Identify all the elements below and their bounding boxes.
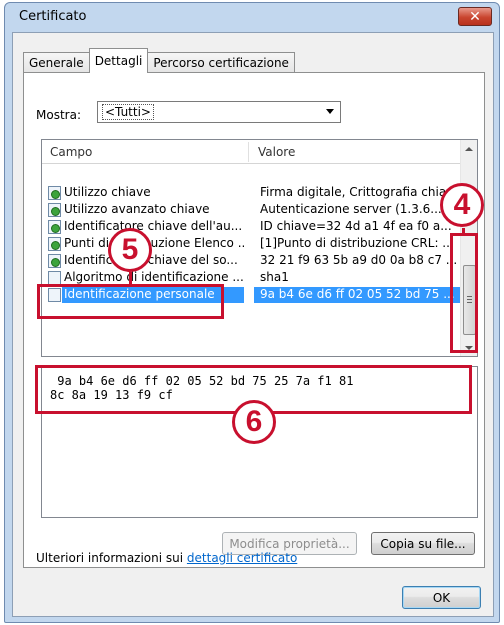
row-valore: 32 21 f9 63 5b a9 d0 0a b8 c7 ... [260, 253, 458, 267]
list-row[interactable]: Punti di distribuzione Elenco ... [1]Pun… [42, 236, 462, 252]
row-valore: Autenticazione server (1.3.6.... [260, 202, 446, 216]
row-valore: Firma digitale, Crittografia chia... [260, 185, 458, 199]
row-campo: Utilizzo chiave [64, 185, 151, 199]
show-dropdown[interactable]: <Tutti> [97, 101, 341, 123]
show-dropdown-value: <Tutti> [102, 104, 154, 120]
ok-button[interactable]: OK [402, 586, 481, 609]
cert-green-icon [48, 237, 61, 251]
column-divider[interactable] [248, 142, 249, 162]
details-panel: Mostra: <Tutti> Campo Valore Utilizzo ch… [23, 72, 485, 568]
row-valore: [1]Punto di distribuzione CRL: ... [260, 236, 454, 250]
tab-percorso-certificazione[interactable]: Percorso certificazione [147, 52, 295, 73]
tab-generale[interactable]: Generale [23, 52, 90, 73]
title-bar: Certificato ✕ [5, 3, 499, 31]
column-header-campo[interactable]: Campo [50, 145, 92, 159]
window-title: Certificato [19, 9, 87, 24]
list-row[interactable]: Identificatore chiave del so... 32 21 f9… [42, 253, 462, 269]
row-valore: ID chiave=32 4d a1 4f ea f0 a... [260, 219, 452, 233]
annotation-badge-5: 5 [108, 228, 152, 272]
row-campo: Algoritmo di identificazione ... [64, 270, 244, 284]
close-button[interactable]: ✕ [458, 7, 492, 26]
list-row[interactable]: Identificatore chiave dell'au... ID chia… [42, 219, 462, 235]
annotation-box-5 [37, 284, 224, 319]
fields-list[interactable]: Campo Valore Utilizzo chiave Firma digit… [41, 139, 478, 357]
copy-to-file-button[interactable]: Copia su file... [371, 532, 475, 555]
close-icon: ✕ [469, 8, 481, 25]
more-info-text: Ulteriori informazioni sui dettagli cert… [36, 551, 297, 565]
show-label: Mostra: [36, 108, 81, 122]
chevron-down-icon [326, 109, 334, 114]
certificate-details-link[interactable]: dettagli certificato [187, 551, 297, 565]
cert-green-icon [48, 186, 61, 200]
cert-green-icon [48, 254, 61, 268]
row-campo: Identificatore chiave del so... [64, 253, 238, 267]
row-campo: Identificatore chiave dell'au... [64, 219, 243, 233]
tab-dettagli[interactable]: Dettagli [88, 48, 149, 73]
cert-green-icon [48, 203, 61, 217]
dialog-body: Generale Dettagli Percorso certificazion… [12, 32, 494, 617]
annotation-connector [462, 228, 465, 235]
tab-strip: Generale Dettagli Percorso certificazion… [23, 47, 295, 73]
annotation-badge-4: 4 [440, 183, 484, 227]
row-campo: Utilizzo avanzato chiave [64, 202, 210, 216]
row-valore: sha1 [260, 270, 289, 284]
cert-green-icon [48, 220, 61, 234]
scroll-up-arrow-icon[interactable] [461, 140, 477, 157]
annotation-box-4 [450, 233, 478, 353]
list-header: Campo Valore [42, 140, 462, 164]
list-row[interactable]: Utilizzo chiave Firma digitale, Crittogr… [42, 185, 462, 201]
annotation-badge-6: 6 [232, 400, 276, 444]
list-row[interactable]: Utilizzo avanzato chiave Autenticazione … [42, 202, 462, 218]
annotation-connector [129, 272, 132, 286]
column-header-valore[interactable]: Valore [258, 145, 295, 159]
more-info-prefix: Ulteriori informazioni sui [36, 551, 187, 565]
row-valore: 9a b4 6e d6 ff 02 05 52 bd 75 ... [260, 287, 455, 301]
document-icon [48, 271, 61, 285]
row-campo: Punti di distribuzione Elenco ... [64, 236, 244, 250]
